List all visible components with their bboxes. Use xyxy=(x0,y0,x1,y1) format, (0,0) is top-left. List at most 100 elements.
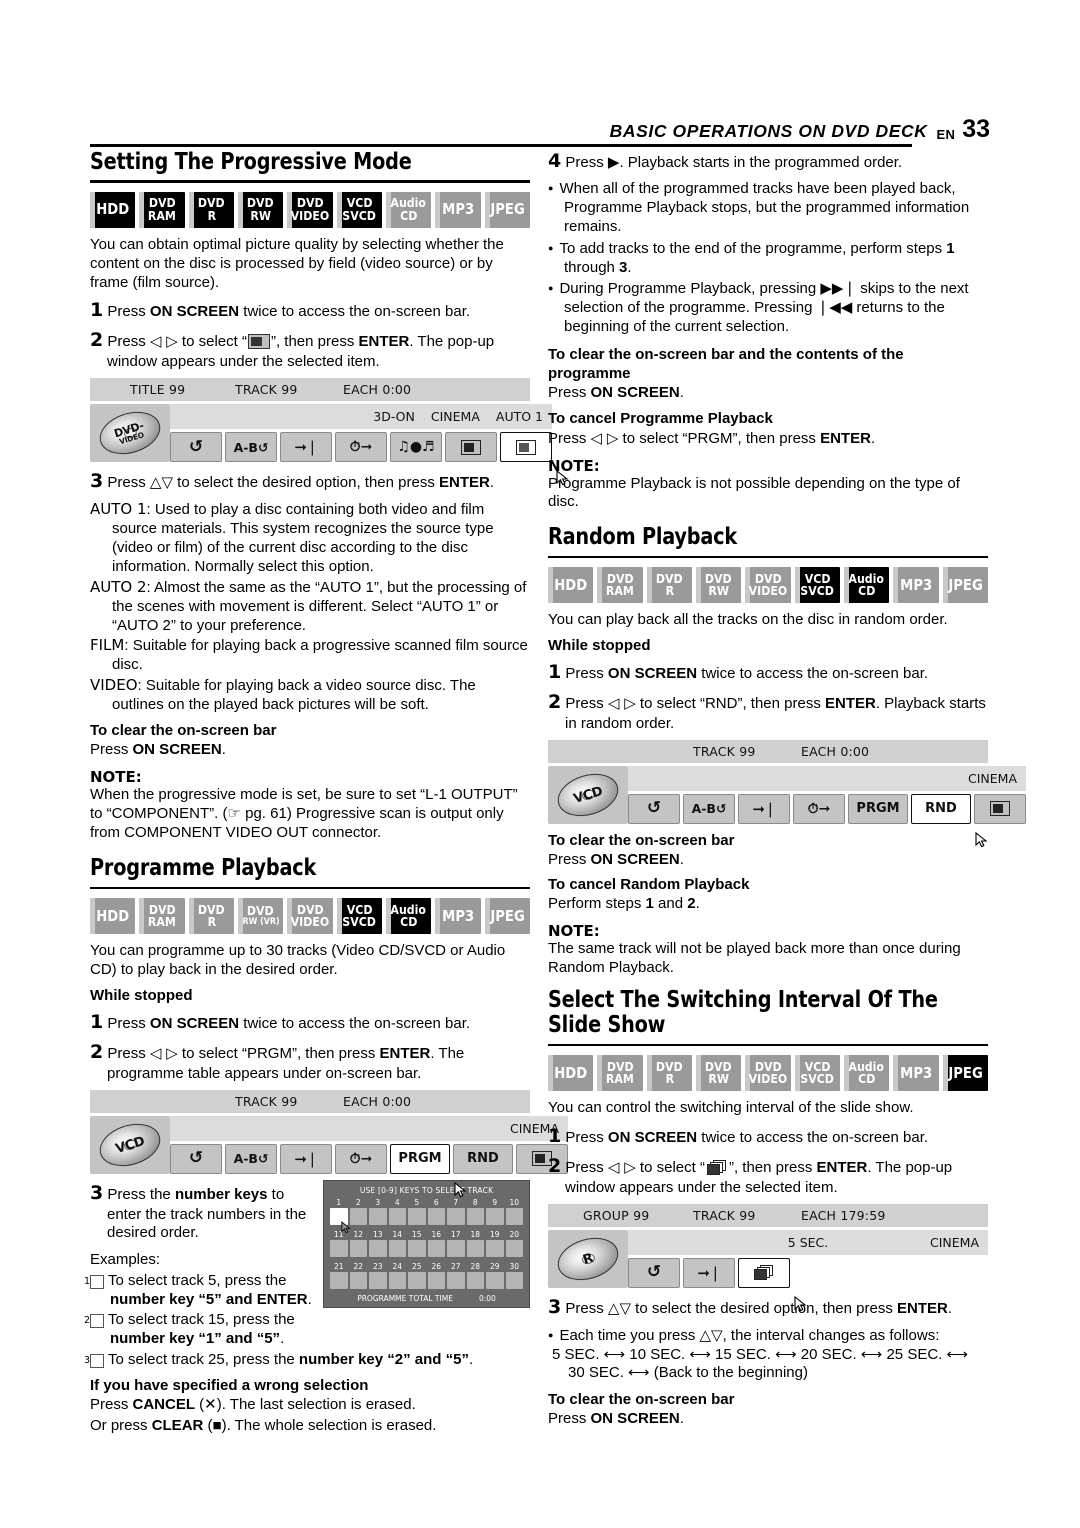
programme-cell[interactable] xyxy=(486,1207,504,1225)
programme-wrong-line1: Press CANCEL (✕). The last selection is … xyxy=(90,1395,416,1413)
section-heading-programme: Programme Playback xyxy=(90,855,317,882)
slideshow-step-3: 3 Press △▽ to select the desired option,… xyxy=(548,1295,953,1318)
osb-status-cinema: CINEMA xyxy=(930,1234,979,1250)
programme-example-1: 1 To select track 5, press the number key… xyxy=(83,1272,312,1309)
programme-cell[interactable] xyxy=(447,1271,465,1289)
osb-screen-mode-button[interactable] xyxy=(974,793,1026,824)
programme-cell[interactable] xyxy=(349,1207,367,1225)
osb-time-skip-button[interactable]: ⏱➞ xyxy=(335,432,387,463)
osb-status-cinema: CINEMA xyxy=(968,770,1017,786)
random-step-2: 2 Press ◁ ▷ to select “RND”, then press … xyxy=(548,690,986,732)
badge-dvd-video: DVD VIDEO xyxy=(287,898,333,935)
play-icon: ▶ xyxy=(607,154,620,171)
programme-cancel-heading: To cancel Programme Playback xyxy=(548,409,773,427)
osb-status-3d: 3D-ON xyxy=(373,409,415,425)
badge-hdd: HDD xyxy=(90,898,136,935)
osb-ab-repeat-button[interactable]: A-B↺ xyxy=(683,793,735,824)
section-rule xyxy=(548,1043,988,1047)
slideshow-bullet-interval: Each time you press △▽, the interval cha… xyxy=(548,1326,988,1384)
osb-disc-area: R xyxy=(548,1229,628,1288)
programme-cell[interactable] xyxy=(388,1207,406,1225)
jpeg-disc-icon: R xyxy=(552,1230,624,1287)
programme-clear-heading: To clear the on-screen bar and the conte… xyxy=(548,346,904,382)
badge-hdd: HDD xyxy=(548,1055,594,1092)
osb-top-info: TRACK 99 EACH 0:00 xyxy=(548,739,988,763)
progressive-step-1: 1 Press ON SCREEN twice to access the on… xyxy=(90,299,471,322)
programme-cell[interactable] xyxy=(330,1207,351,1233)
programme-cell[interactable] xyxy=(388,1239,406,1257)
programme-cell[interactable] xyxy=(505,1271,523,1289)
programme-cell[interactable] xyxy=(427,1271,445,1289)
badge-audio-cd: Audio CD xyxy=(385,191,432,228)
section-heading-slideshow: Select The Switching Interval Of The Sli… xyxy=(548,986,938,1039)
programme-cell[interactable] xyxy=(486,1239,504,1257)
programme-note-heading: NOTE: xyxy=(548,456,600,475)
programme-cell[interactable] xyxy=(466,1239,484,1257)
programme-cell[interactable] xyxy=(505,1239,523,1257)
progressive-step-2: 2 Press ◁ ▷ to select “”, then press ENT… xyxy=(90,329,495,371)
slideshow-intro: You can control the switching interval o… xyxy=(548,1099,914,1117)
onscreen-bar-random: TRACK 99 EACH 0:00 VCD CINEMA ↺ A-B↺ ➞❘ … xyxy=(548,739,1026,847)
osb-screen-mode-button[interactable] xyxy=(445,432,497,463)
osb-audio-button[interactable]: ♫●♬ xyxy=(390,432,442,463)
osb-body: VCD CINEMA ↺ A-B↺ ➞❘ ⏱➞ PRGM RND xyxy=(548,765,1026,847)
badge-dvd-ram: DVD RAM xyxy=(597,567,643,604)
osb-repeat-button[interactable]: ↺ xyxy=(170,432,222,463)
osb-disc-area: VCD xyxy=(90,1115,170,1174)
osb-time-skip-button[interactable]: ⏱➞ xyxy=(335,1143,387,1174)
osb-prgm-button[interactable]: PRGM xyxy=(390,1143,467,1198)
up-down-arrow-icon: △▽ xyxy=(607,1298,631,1317)
osb-rnd-button[interactable]: RND xyxy=(453,1143,513,1174)
osb-skip-button[interactable]: ➞❘ xyxy=(738,793,790,824)
programme-cell[interactable] xyxy=(505,1207,523,1225)
badge-dvd-rw: DVD RW xyxy=(695,567,742,604)
programme-cell[interactable] xyxy=(349,1271,367,1289)
progressive-step-3: 3 Press △▽ to select the desired option,… xyxy=(90,470,495,493)
programme-cell[interactable] xyxy=(408,1271,426,1289)
osb-top-info: GROUP 99 TRACK 99 EACH 179:59 xyxy=(548,1203,988,1227)
programme-cell[interactable] xyxy=(330,1271,348,1289)
programme-cell[interactable] xyxy=(388,1271,406,1289)
osb-prgm-button[interactable]: PRGM xyxy=(848,793,908,824)
programme-step-1: 1 Press ON SCREEN twice to access the on… xyxy=(90,1010,471,1033)
badge-dvd-rw: DVD RW xyxy=(695,1055,742,1092)
programme-cell[interactable] xyxy=(408,1207,426,1225)
programme-cell[interactable] xyxy=(369,1239,387,1257)
osb-skip-button[interactable]: ➞❘ xyxy=(280,432,332,463)
programme-cell[interactable] xyxy=(349,1239,367,1257)
programme-bullet-2: To add tracks to the end of the programm… xyxy=(548,240,988,278)
osb-skip-button[interactable]: ➞❘ xyxy=(683,1257,735,1288)
osb-time-skip-button[interactable]: ⏱➞ xyxy=(793,793,845,824)
osb-ab-repeat-button[interactable]: A-B↺ xyxy=(225,432,277,463)
programme-cell[interactable] xyxy=(466,1207,484,1225)
osb-group-label: GROUP 99 xyxy=(583,1207,650,1223)
osb-rnd-button[interactable]: RND xyxy=(911,793,988,847)
programme-cell[interactable] xyxy=(369,1271,387,1289)
programme-cell[interactable] xyxy=(447,1207,465,1225)
osb-progressive-button[interactable] xyxy=(500,432,569,486)
osb-each-label: EACH 179:59 xyxy=(801,1207,886,1223)
programme-cell[interactable] xyxy=(447,1239,465,1257)
progressive-intro: You can obtain optimal picture quality b… xyxy=(90,235,504,291)
programme-cell[interactable] xyxy=(427,1207,445,1225)
osb-repeat-button[interactable]: ↺ xyxy=(628,1257,680,1288)
osb-body: R 5 SEC. CINEMA ↺ ➞❘ xyxy=(548,1229,988,1312)
programme-row-numbers: 1 2 3 4 5 6 7 8 9 10 xyxy=(336,1197,520,1207)
programme-cell[interactable] xyxy=(466,1271,484,1289)
programme-total-time-row: PROGRAMME TOTAL TIME 0:00 xyxy=(330,1294,523,1303)
left-right-arrow-icon: ◁ ▷ xyxy=(149,1043,178,1062)
badge-jpeg: JPEG xyxy=(484,191,530,228)
osb-repeat-button[interactable]: ↺ xyxy=(170,1143,222,1174)
programme-cell[interactable] xyxy=(427,1239,445,1257)
programme-cell[interactable] xyxy=(369,1207,387,1225)
osb-slideshow-button[interactable] xyxy=(738,1257,807,1312)
programme-cell[interactable] xyxy=(486,1271,504,1289)
programme-cell[interactable] xyxy=(408,1239,426,1257)
osb-top-info: TRACK 99 EACH 0:00 xyxy=(90,1089,530,1113)
programme-cell[interactable] xyxy=(330,1239,348,1257)
osb-skip-button[interactable]: ➞❘ xyxy=(280,1143,332,1174)
osb-icon-row: ↺ A-B↺ ➞❘ ⏱➞ ♫●♬ xyxy=(170,432,569,486)
osb-ab-repeat-button[interactable]: A-B↺ xyxy=(225,1143,277,1174)
random-step-1: 1 Press ON SCREEN twice to access the on… xyxy=(548,660,929,683)
osb-repeat-button[interactable]: ↺ xyxy=(628,793,680,824)
